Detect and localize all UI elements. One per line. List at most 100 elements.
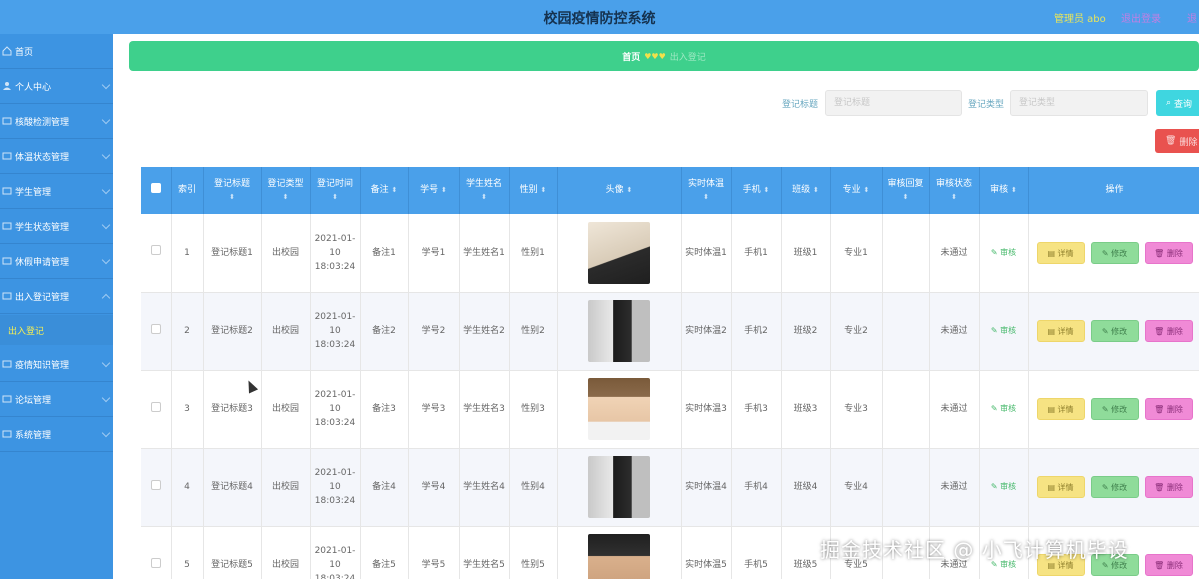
chevron-down-icon	[101, 185, 111, 195]
sidebar-item-label: 首页	[15, 47, 34, 58]
edit-button[interactable]: ✎ 修改	[1090, 398, 1139, 420]
col-header-temp[interactable]: 实时体温 ⬍	[681, 167, 732, 214]
row-checkbox[interactable]	[141, 370, 172, 449]
col-header-type[interactable]: 登记类型 ⬍	[261, 167, 311, 214]
cell-title: 登记标题4	[203, 448, 262, 527]
row-checkbox[interactable]	[141, 526, 172, 579]
status-icon	[2, 221, 12, 231]
sidebar-item-knowledge[interactable]: 疫情知识管理	[0, 347, 113, 382]
cell-title: 登记标题5	[203, 526, 262, 579]
logout-link[interactable]: 退出登录	[1121, 10, 1161, 25]
col-header-time[interactable]: 登记时间 ⬍	[310, 167, 361, 214]
cell-type: 出校园	[261, 292, 311, 371]
col-header-avatar[interactable]: 头像 ⬍	[557, 167, 682, 214]
cell-class: 班级4	[781, 448, 831, 527]
detail-button[interactable]: ▤ 详情	[1036, 476, 1085, 498]
cell-time: 2021-01-10 18:03:24	[310, 448, 361, 527]
sidebar-item-label: 体温状态管理	[15, 152, 70, 163]
edit-button[interactable]: ✎ 修改	[1090, 241, 1139, 264]
sidebar-item-leave[interactable]: 休假申请管理	[0, 244, 113, 279]
col-header-index[interactable]: 索引	[171, 167, 204, 214]
edit-icon: ✎	[1101, 405, 1112, 414]
sidebar-item-student-status[interactable]: 学生状态管理	[0, 209, 113, 244]
row-checkbox[interactable]	[141, 292, 172, 371]
sidebar-item-entry-registration[interactable]: 出入登记管理	[0, 279, 113, 314]
cell-phone: 手机4	[731, 448, 782, 527]
col-header-class[interactable]: 班级 ⬍	[781, 167, 831, 214]
select-all-checkbox[interactable]	[141, 167, 172, 214]
cell-temp: 实时体温4	[681, 448, 732, 527]
cell-note: 备注5	[360, 526, 409, 579]
edit-icon: ✎	[990, 326, 1001, 335]
trash-icon: 🗑	[1154, 405, 1167, 414]
header-link-clipped[interactable]: 退	[1187, 10, 1197, 25]
audit-link[interactable]: ✎ 审核	[991, 482, 1016, 491]
detail-button[interactable]: ▤ 详情	[1036, 241, 1085, 264]
cell-sid: 学号5	[408, 526, 460, 579]
col-header-audit[interactable]: 审核 ⬍	[979, 167, 1029, 214]
sidebar-item-home[interactable]: 首页	[0, 34, 113, 69]
cell-sid: 学号2	[408, 292, 460, 371]
audit-link[interactable]: ✎ 审核	[991, 404, 1016, 413]
table-header-row: 索引 登记标题 ⬍ 登记类型 ⬍ 登记时间 ⬍ 备注 ⬍ 学号 ⬍ 学生姓名 ⬍ 性别 …	[141, 167, 1199, 214]
entry-icon	[2, 291, 12, 301]
row-checkbox[interactable]	[141, 214, 172, 293]
sidebar-subitem-entry[interactable]: 出入登记	[0, 315, 113, 345]
col-header-title[interactable]: 登记标题 ⬍	[203, 167, 262, 214]
row-checkbox[interactable]	[141, 448, 172, 527]
sidebar-item-personal-center[interactable]: 个人中心	[0, 69, 113, 104]
delete-button[interactable]: 🗑 删除	[1144, 241, 1193, 264]
chevron-down-icon	[101, 358, 111, 368]
col-header-phone[interactable]: 手机 ⬍	[731, 167, 782, 214]
breadcrumb: 首页 ♥♥♥ 出入登记	[129, 41, 1199, 71]
cell-name: 学生姓名4	[459, 448, 510, 527]
edit-button[interactable]: ✎ 修改	[1090, 476, 1139, 498]
cell-index: 3	[171, 370, 204, 449]
cell-gender: 性别4	[509, 448, 558, 527]
breadcrumb-home[interactable]: 首页	[622, 50, 640, 63]
sidebar-item-system[interactable]: 系统管理	[0, 417, 113, 452]
heart-icon: ♥♥♥	[644, 51, 666, 61]
delete-button[interactable]: 🗑 删除	[1144, 398, 1193, 420]
search-button[interactable]: ⌕ 查询	[1156, 90, 1199, 116]
col-header-status[interactable]: 审核状态 ⬍	[929, 167, 980, 214]
cell-actions: ▤ 详情 ✎ 修改 🗑 删除	[1028, 448, 1199, 527]
sort-icon: ⬍	[813, 186, 819, 194]
sidebar-item-nucleic-test[interactable]: 核酸检测管理	[0, 104, 113, 139]
cell-phone: 手机3	[731, 370, 782, 449]
col-header-sid[interactable]: 学号 ⬍	[408, 167, 460, 214]
sidebar-item-temperature[interactable]: 体温状态管理	[0, 139, 113, 174]
sidebar-item-students[interactable]: 学生管理	[0, 174, 113, 209]
detail-button[interactable]: ▤ 详情	[1036, 320, 1085, 342]
delete-button[interactable]: 🗑 删除	[1144, 320, 1193, 342]
detail-button[interactable]: ▤ 详情	[1036, 398, 1085, 420]
edit-button[interactable]: ✎ 修改	[1090, 320, 1139, 342]
cell-status: 未通过	[929, 292, 980, 371]
col-header-note[interactable]: 备注 ⬍	[360, 167, 409, 214]
watermark: 掘金技术社区 @ 小飞计算机毕设	[820, 538, 1129, 562]
cell-avatar	[557, 526, 682, 579]
col-header-reply[interactable]: 审核回复 ⬍	[882, 167, 930, 214]
trash-icon: 🗑	[1154, 327, 1167, 336]
sidebar-item-label: 学生管理	[15, 187, 52, 198]
edit-icon: ✎	[990, 247, 1001, 257]
col-header-gender[interactable]: 性别 ⬍	[509, 167, 558, 214]
admin-user-label[interactable]: 管理员 abo	[1054, 10, 1106, 25]
cell-time: 2021-01-10 18:03:24	[310, 214, 361, 293]
sort-icon: ⬍	[951, 192, 957, 201]
cell-type: 出校园	[261, 448, 311, 527]
audit-link[interactable]: ✎ 审核	[991, 326, 1016, 335]
cell-sid: 学号1	[408, 214, 460, 293]
sort-icon: ⬍	[441, 186, 447, 194]
audit-link[interactable]: ✎ 审核	[991, 248, 1016, 257]
batch-delete-button[interactable]: 🗑 删除	[1155, 129, 1199, 153]
col-header-name[interactable]: 学生姓名 ⬍	[459, 167, 510, 214]
delete-button[interactable]: 🗑 删除	[1144, 476, 1193, 498]
search-type-input[interactable]: 登记类型	[1010, 90, 1148, 116]
cell-audit: ✎ 审核	[979, 448, 1029, 527]
col-header-major[interactable]: 专业 ⬍	[830, 167, 883, 214]
sidebar-item-forum[interactable]: 论坛管理	[0, 382, 113, 417]
sort-icon: ⬍	[391, 186, 398, 194]
delete-button[interactable]: 🗑 删除	[1144, 554, 1193, 576]
search-title-input[interactable]: 登记标题	[825, 90, 962, 116]
